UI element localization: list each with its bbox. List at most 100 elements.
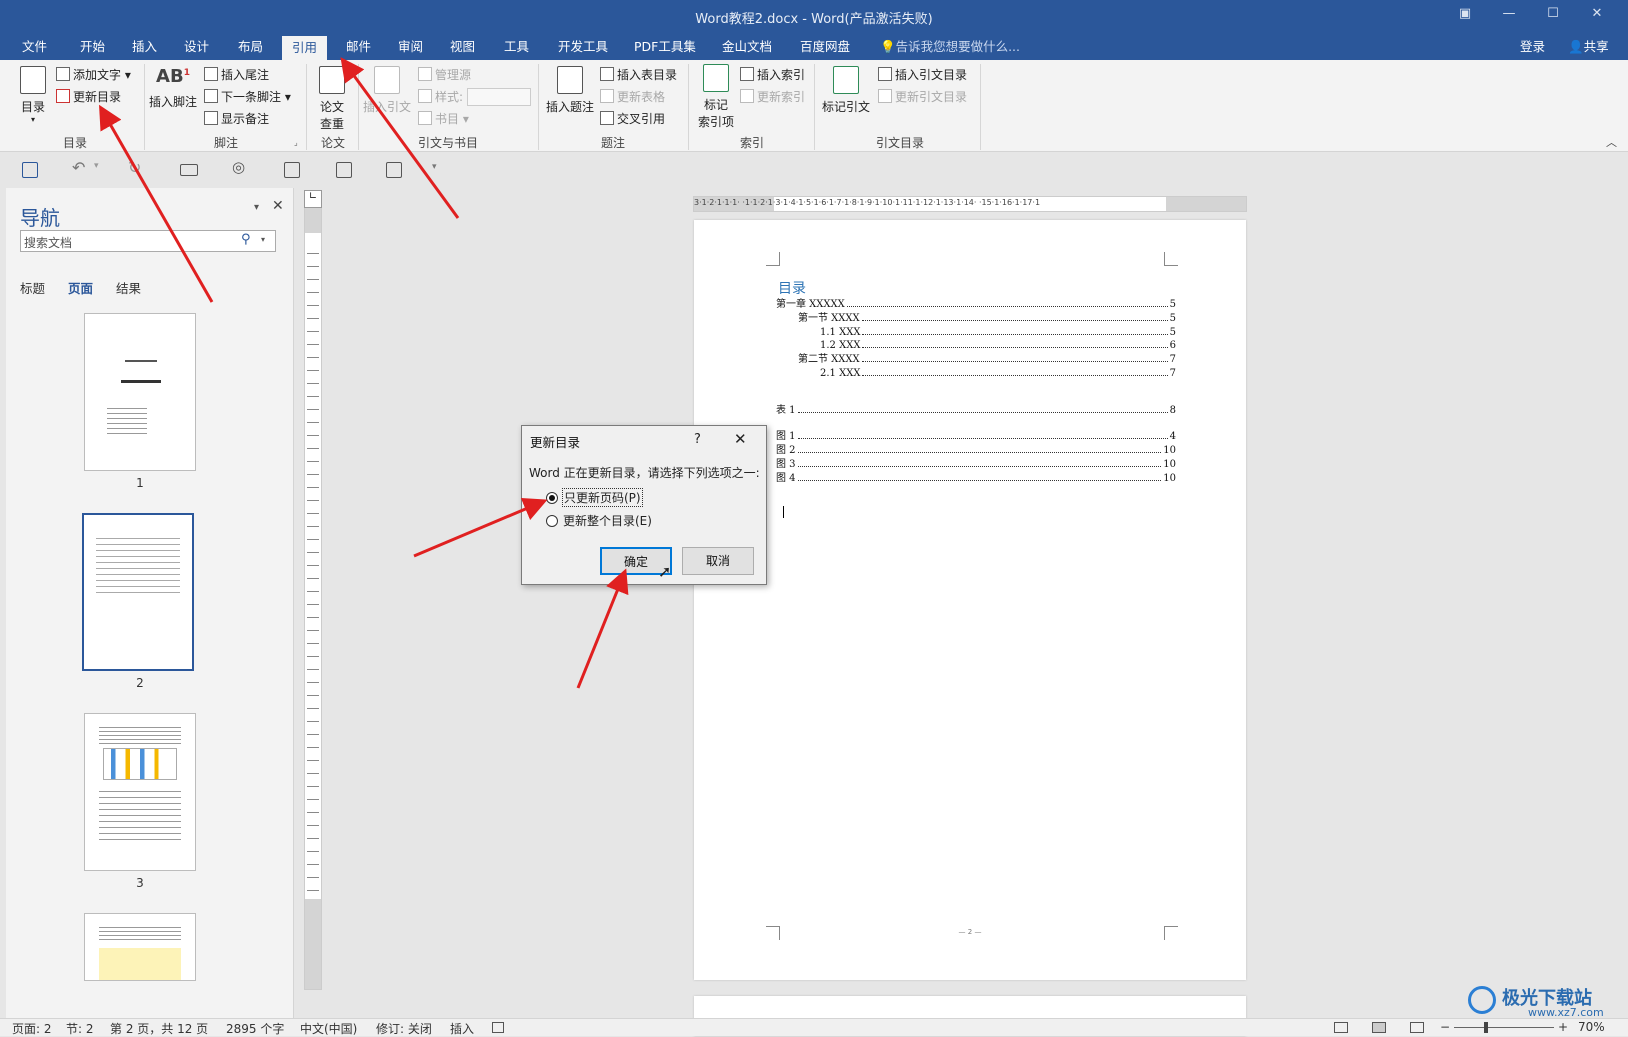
- tab-design[interactable]: 设计: [178, 38, 215, 60]
- minimize-button[interactable]: —: [1494, 6, 1524, 26]
- page-thumbnail[interactable]: [84, 313, 196, 471]
- update-index-button[interactable]: 更新索引: [740, 88, 805, 105]
- login-link[interactable]: 登录: [1514, 38, 1551, 60]
- figure-entry[interactable]: 图 2 10: [776, 442, 1176, 456]
- status-page-count[interactable]: 第 2 页，共 12 页: [110, 1020, 208, 1037]
- close-icon[interactable]: ✕: [734, 430, 747, 448]
- close-button[interactable]: ✕: [1582, 6, 1612, 26]
- radio-update-entire-table[interactable]: 更新整个目录(E): [546, 512, 652, 529]
- share-button[interactable]: 👤共享: [1562, 38, 1615, 60]
- insert-citation-button[interactable]: 插入引文: [362, 66, 412, 115]
- insert-endnote-button[interactable]: 插入尾注: [204, 66, 269, 83]
- tab-baidu-pan[interactable]: 百度网盘: [794, 38, 856, 60]
- tab-selector[interactable]: ∟: [304, 190, 322, 208]
- figure-entry[interactable]: 图 14: [776, 428, 1176, 442]
- ribbon-display-icon[interactable]: ▣: [1450, 6, 1480, 26]
- dialog-launcher-icon[interactable]: ⌟: [294, 138, 298, 147]
- tab-home[interactable]: 开始: [74, 38, 111, 60]
- status-section[interactable]: 节: 2: [66, 1020, 94, 1037]
- toc-button[interactable]: 目录 ▾: [18, 66, 48, 124]
- status-track-changes[interactable]: 修订: 关闭: [376, 1020, 432, 1037]
- tab-insert[interactable]: 插入: [126, 38, 163, 60]
- page-thumbnail[interactable]: [84, 713, 196, 871]
- web-layout-icon[interactable]: ◎: [232, 158, 245, 176]
- insert-footnote-button[interactable]: AB1 插入脚注: [148, 66, 198, 110]
- toc-entry[interactable]: 1.2 XXX 6: [820, 337, 1176, 351]
- show-notes-button[interactable]: 显示备注: [204, 110, 269, 127]
- cross-reference-button[interactable]: 交叉引用: [600, 110, 665, 127]
- insert-toa-button[interactable]: 插入引文目录: [878, 66, 967, 83]
- tab-view[interactable]: 视图: [444, 38, 481, 60]
- search-icon[interactable]: ⚲: [241, 232, 251, 247]
- tab-tools[interactable]: 工具: [498, 38, 535, 60]
- update-table-button[interactable]: 更新表格: [600, 88, 665, 105]
- undo-dropdown-icon[interactable]: ▾: [94, 161, 99, 171]
- insert-caption-button[interactable]: 插入题注: [544, 66, 596, 115]
- mark-entry-button[interactable]: 标记 索引项: [694, 64, 738, 130]
- tab-review[interactable]: 审阅: [392, 38, 429, 60]
- help-button[interactable]: ?: [694, 432, 701, 447]
- page-thumbnail[interactable]: [84, 913, 196, 981]
- toc-entry[interactable]: 第一节 XXXX 5: [798, 310, 1176, 324]
- insert-table-of-figures-button[interactable]: 插入表目录: [600, 66, 677, 83]
- add-text-button[interactable]: 添加文字 ▾: [56, 66, 131, 83]
- undo-icon[interactable]: ↶: [72, 158, 85, 177]
- read-mode-icon[interactable]: [1334, 1022, 1348, 1033]
- zoom-in-icon[interactable]: +: [1558, 1020, 1568, 1034]
- web-layout-view-icon[interactable]: [1410, 1022, 1424, 1033]
- maximize-button[interactable]: ☐: [1538, 6, 1568, 26]
- status-language[interactable]: 中文(中国): [300, 1020, 357, 1037]
- close-icon[interactable]: ✕: [272, 198, 284, 214]
- screenshot-icon[interactable]: [386, 162, 402, 178]
- zoom-level[interactable]: 70%: [1578, 1020, 1605, 1034]
- save-icon[interactable]: [22, 162, 38, 178]
- search-input[interactable]: 搜索文档 ⚲ ▾: [20, 230, 276, 252]
- toc-entry[interactable]: 1.1 XXX 5: [820, 324, 1176, 338]
- status-word-count[interactable]: 2895 个字: [226, 1020, 284, 1037]
- vertical-ruler[interactable]: [304, 190, 322, 990]
- tab-pdf-tools[interactable]: PDF工具集: [628, 38, 702, 60]
- attach-icon[interactable]: [336, 162, 352, 178]
- collapse-ribbon-icon[interactable]: ︿: [1606, 134, 1617, 150]
- tab-developer[interactable]: 开发工具: [552, 38, 614, 60]
- manage-sources-button[interactable]: 管理源: [418, 66, 471, 83]
- next-footnote-button[interactable]: 下一条脚注 ▾: [204, 88, 291, 105]
- mark-citation-button[interactable]: 标记引文: [820, 66, 872, 115]
- print-preview-icon[interactable]: [284, 162, 300, 178]
- tab-mailings[interactable]: 邮件: [340, 38, 377, 60]
- figure-entry[interactable]: 图 3 10: [776, 456, 1176, 470]
- cancel-button[interactable]: 取消: [682, 547, 754, 575]
- redo-icon[interactable]: ↻: [128, 158, 141, 177]
- table-entry[interactable]: 表 18: [776, 402, 1176, 416]
- update-toa-button[interactable]: 更新引文目录: [878, 88, 967, 105]
- chevron-down-icon[interactable]: ▾: [261, 235, 265, 244]
- tell-me-box[interactable]: 💡告诉我您想要做什么...: [874, 38, 1026, 60]
- nav-tab-results[interactable]: 结果: [116, 278, 141, 297]
- tab-file[interactable]: 文件: [16, 38, 53, 60]
- radio-update-page-numbers[interactable]: 只更新页码(P): [546, 488, 643, 507]
- nav-tab-pages[interactable]: 页面: [68, 278, 93, 297]
- status-insert-mode[interactable]: 插入: [450, 1020, 474, 1037]
- status-page[interactable]: 页面: 2: [12, 1020, 52, 1037]
- toc-entry[interactable]: 第一章 XXXXX 5: [776, 296, 1176, 310]
- zoom-slider[interactable]: [1454, 1027, 1554, 1028]
- toc-entry[interactable]: 2.1 XXX 7: [820, 365, 1176, 379]
- customize-qat-icon[interactable]: ▾: [432, 162, 437, 172]
- tab-layout[interactable]: 布局: [232, 38, 269, 60]
- reading-view-icon[interactable]: [180, 164, 198, 176]
- macro-icon[interactable]: [492, 1022, 504, 1033]
- nav-options-icon[interactable]: ▾: [254, 202, 259, 213]
- tab-kingsoft-docs[interactable]: 金山文档: [716, 38, 778, 60]
- toc-entry[interactable]: 第二节 XXXX 7: [798, 351, 1176, 365]
- figure-entry[interactable]: 图 4 10: [776, 470, 1176, 484]
- zoom-out-icon[interactable]: −: [1440, 1020, 1450, 1034]
- zoom-slider-handle[interactable]: [1484, 1022, 1488, 1033]
- document-page[interactable]: 目录 第一章 XXXXX 5 第一节 XXXX 5 1.1 XXX 5 1.2 XXX…: [694, 220, 1246, 980]
- style-dropdown[interactable]: 样式:: [418, 88, 532, 106]
- bibliography-button[interactable]: 书目 ▾: [418, 110, 469, 127]
- print-layout-icon[interactable]: [1372, 1022, 1386, 1033]
- tab-references[interactable]: 引用: [282, 34, 328, 60]
- insert-index-button[interactable]: 插入索引: [740, 66, 805, 83]
- nav-tab-headings[interactable]: 标题: [20, 278, 45, 297]
- horizontal-ruler[interactable]: 3·1·2·1·1·1· ·1·1·2·1·3·1·4·1·5·1·6·1·7·…: [693, 196, 1247, 212]
